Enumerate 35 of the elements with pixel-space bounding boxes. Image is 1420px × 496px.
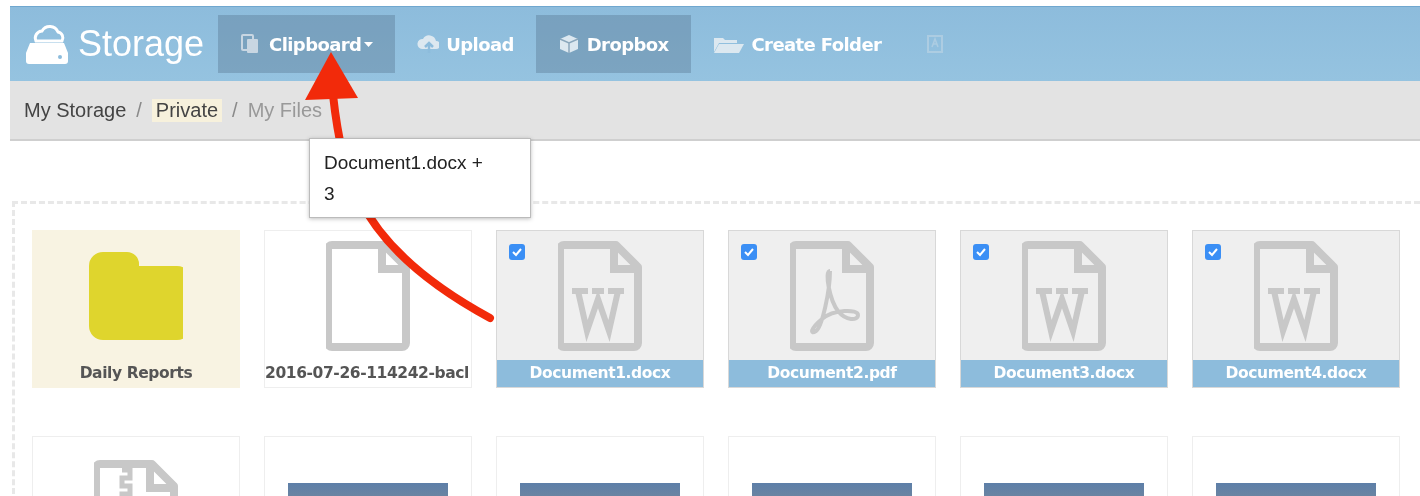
file-name: Document4.docx <box>1193 360 1399 387</box>
pdf-document-icon <box>790 240 874 351</box>
checkbox[interactable] <box>741 244 757 260</box>
tooltip: Document1.docx + 3 <box>309 138 531 218</box>
word-document-icon <box>1022 240 1106 351</box>
word-document-icon <box>558 240 642 351</box>
checkbox[interactable] <box>973 244 989 260</box>
file-name: Daily Reports <box>78 363 194 384</box>
breadcrumb-separator: / <box>136 98 142 122</box>
breadcrumb-link[interactable]: My Storage <box>24 98 127 122</box>
toolbar-button[interactable]: Dropbox <box>535 15 691 73</box>
blank-file-icon <box>326 240 410 351</box>
file-name: Document2.pdf <box>729 360 935 387</box>
file-tile[interactable]: Document3.docx <box>960 230 1168 388</box>
file-tile[interactable]: Daily Reports <box>32 230 240 388</box>
checkbox[interactable] <box>509 244 525 260</box>
toolbar-button[interactable]: Clipboard <box>218 15 396 73</box>
file-tile[interactable]: 2016-07-26-114242-bacl <box>264 230 472 388</box>
checkbox[interactable] <box>1205 244 1221 260</box>
word-document-icon <box>1254 240 1338 351</box>
breadcrumb-link[interactable]: Private <box>151 98 223 122</box>
breadcrumb-separator: / <box>232 98 238 122</box>
file-tile[interactable]: Document1.docx <box>496 230 704 388</box>
file-name: 2016-07-26-114242-bacl <box>265 363 470 384</box>
breadcrumb-current: My Files <box>247 98 323 122</box>
toolbar-button[interactable]: Create Folder <box>690 15 904 73</box>
cube-icon <box>557 33 580 55</box>
toolbar-button[interactable]: Upload <box>395 15 536 73</box>
cloud-drive-icon <box>24 23 70 65</box>
file-tile[interactable]: Document2.pdf <box>728 230 936 388</box>
app-title: Storage <box>78 23 205 65</box>
file-tile[interactable]: Document4.docx <box>1192 230 1400 388</box>
folder-icon <box>89 251 183 340</box>
file-name: Document1.docx <box>497 360 703 387</box>
file-name: Document3.docx <box>961 360 1167 387</box>
